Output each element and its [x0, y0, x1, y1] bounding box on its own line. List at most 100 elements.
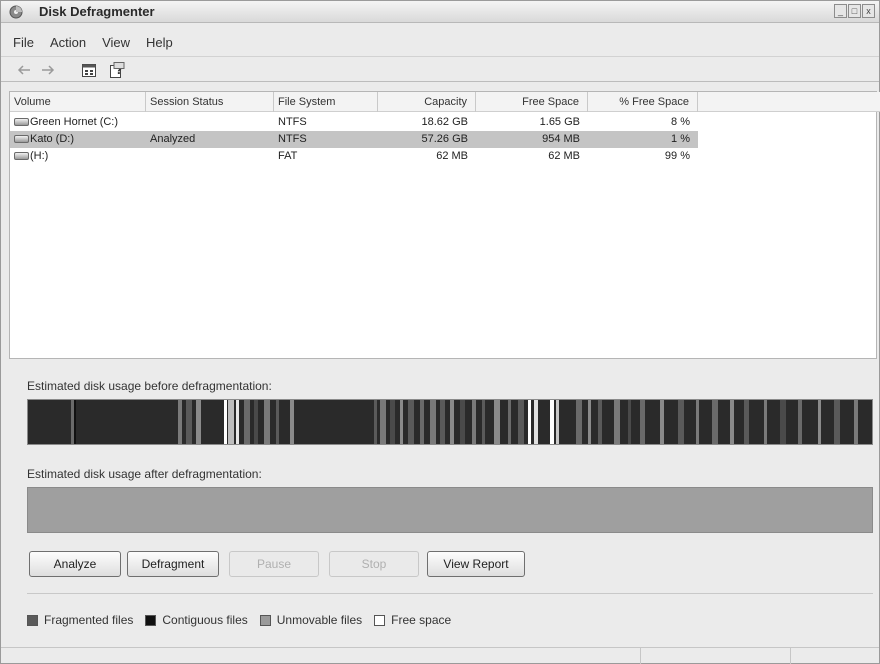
disk-cluster-segment — [244, 400, 250, 444]
disk-cluster-segment — [290, 400, 294, 444]
column-header-file-system[interactable]: File System — [274, 92, 378, 112]
disk-cluster-segment — [408, 400, 414, 444]
disk-cluster-segment — [588, 400, 591, 444]
disk-usage-after-bar — [27, 487, 873, 533]
disk-cluster-segment — [420, 400, 424, 444]
volume-cell: Kato (D:) — [10, 131, 146, 148]
column-header-volume[interactable]: Volume — [10, 92, 146, 112]
menu-help[interactable]: Help — [138, 33, 181, 53]
column-header-free-space[interactable]: Free Space — [476, 92, 588, 112]
window-controls: _ □ x — [834, 4, 875, 18]
stop-button[interactable]: Stop — [329, 551, 419, 577]
session-status-cell — [146, 114, 274, 131]
menu-action[interactable]: Action — [42, 33, 94, 53]
status-pane-tertiary — [791, 648, 877, 664]
title-bar[interactable]: Disk Defragmenter _ □ x — [1, 1, 879, 23]
close-button[interactable]: x — [862, 4, 875, 18]
legend-fragmented: Fragmented files — [27, 613, 133, 627]
column-header-capacity[interactable]: Capacity — [378, 92, 476, 112]
column-header-percent-free[interactable]: % Free Space — [588, 92, 698, 112]
disk-cluster-segment — [236, 400, 239, 444]
percent-free-cell: 1 % — [671, 133, 690, 145]
table-row[interactable]: (H:) FAT 62 MB 62 MB 99 % — [10, 148, 698, 165]
legend-label: Fragmented files — [44, 613, 134, 627]
forward-arrow-icon — [42, 65, 55, 75]
table-row[interactable]: Green Hornet (C:) NTFS 18.62 GB 1.65 GB … — [10, 114, 698, 131]
help-icon: ? — [110, 62, 125, 78]
contiguous-swatch — [145, 614, 157, 626]
disk-cluster-segment — [744, 400, 749, 444]
disk-cluster-segment — [640, 400, 645, 444]
disk-cluster-segment — [614, 400, 620, 444]
disk-cluster-segment — [74, 400, 76, 444]
menu-file[interactable]: File — [1, 33, 42, 53]
properties-button[interactable] — [79, 61, 99, 79]
disk-cluster-segment — [628, 400, 631, 444]
volume-cell: (H:) — [10, 148, 146, 165]
legend-unmovable: Unmovable files — [259, 613, 362, 627]
minimize-button[interactable]: _ — [834, 4, 847, 18]
file-system-cell: FAT — [278, 150, 298, 162]
file-system-cell: NTFS — [278, 116, 307, 128]
legend-label: Contiguous files — [162, 613, 248, 627]
view-report-button[interactable]: View Report — [427, 551, 525, 577]
disk-cluster-segment — [508, 400, 511, 444]
disk-cluster-segment — [556, 400, 559, 444]
defrag-app-icon — [9, 5, 23, 19]
before-defrag-label: Estimated disk usage before defragmentat… — [27, 379, 272, 393]
app-window: Disk Defragmenter _ □ x File Action View… — [0, 0, 880, 664]
status-pane-secondary — [641, 648, 791, 664]
disk-cluster-segment — [374, 400, 377, 444]
hard-drive-icon — [14, 152, 29, 160]
disk-cluster-segment — [550, 400, 554, 444]
disk-cluster-segment — [818, 400, 821, 444]
analyze-button[interactable]: Analyze — [29, 551, 121, 577]
legend-label: Free space — [391, 613, 452, 627]
volume-cell: Green Hornet (C:) — [10, 114, 146, 131]
help-button[interactable]: ? — [107, 61, 127, 79]
pause-button[interactable]: Pause — [229, 551, 319, 577]
disk-cluster-segment — [576, 400, 582, 444]
back-button[interactable] — [15, 61, 33, 79]
status-pane-main — [1, 648, 641, 664]
disk-cluster-segment — [440, 400, 445, 444]
legend-contiguous: Contiguous files — [145, 613, 248, 627]
disk-cluster-segment — [798, 400, 802, 444]
capacity-cell: 62 MB — [436, 150, 468, 162]
column-header-session-status[interactable]: Session Status — [146, 92, 274, 112]
forward-button[interactable] — [39, 61, 57, 79]
disk-cluster-segment — [494, 400, 500, 444]
fragmented-swatch — [27, 614, 38, 626]
disk-cluster-segment — [430, 400, 436, 444]
disk-cluster-segment — [528, 400, 531, 444]
volume-name: (H:) — [30, 150, 49, 162]
disk-cluster-segment — [276, 400, 279, 444]
unmovable-swatch — [259, 614, 271, 626]
after-defrag-label: Estimated disk usage after defragmentati… — [27, 467, 262, 481]
disk-cluster-segment — [254, 400, 258, 444]
session-status-cell — [146, 148, 274, 165]
legend: Fragmented files Contiguous files Unmova… — [27, 613, 463, 627]
disk-cluster-segment — [228, 400, 234, 444]
disk-cluster-segment — [854, 400, 858, 444]
volume-name: Green Hornet (C:) — [30, 116, 119, 128]
disk-cluster-segment — [472, 400, 476, 444]
percent-free-cell: 99 % — [664, 150, 690, 162]
table-row-selected[interactable]: Kato (D:) Analyzed NTFS 57.26 GB 954 MB … — [10, 131, 698, 148]
file-system-cell: NTFS — [278, 133, 307, 145]
free-space-swatch — [374, 614, 386, 626]
window-title: Disk Defragmenter — [39, 4, 155, 19]
hard-drive-icon — [14, 135, 29, 143]
legend-free-space: Free space — [374, 613, 451, 627]
disk-usage-before-bar — [27, 399, 873, 445]
defragment-button[interactable]: Defragment — [127, 551, 219, 577]
menu-view[interactable]: View — [94, 33, 138, 53]
maximize-button[interactable]: □ — [848, 4, 861, 18]
disk-cluster-segment — [482, 400, 485, 444]
volume-list[interactable]: Volume Session Status File System Capaci… — [9, 91, 880, 359]
volume-list-header: Volume Session Status File System Capaci… — [10, 92, 880, 112]
disk-cluster-segment — [712, 400, 718, 444]
capacity-cell: 57.26 GB — [421, 133, 468, 145]
disk-cluster-segment — [450, 400, 454, 444]
percent-free-cell: 8 % — [671, 116, 690, 128]
